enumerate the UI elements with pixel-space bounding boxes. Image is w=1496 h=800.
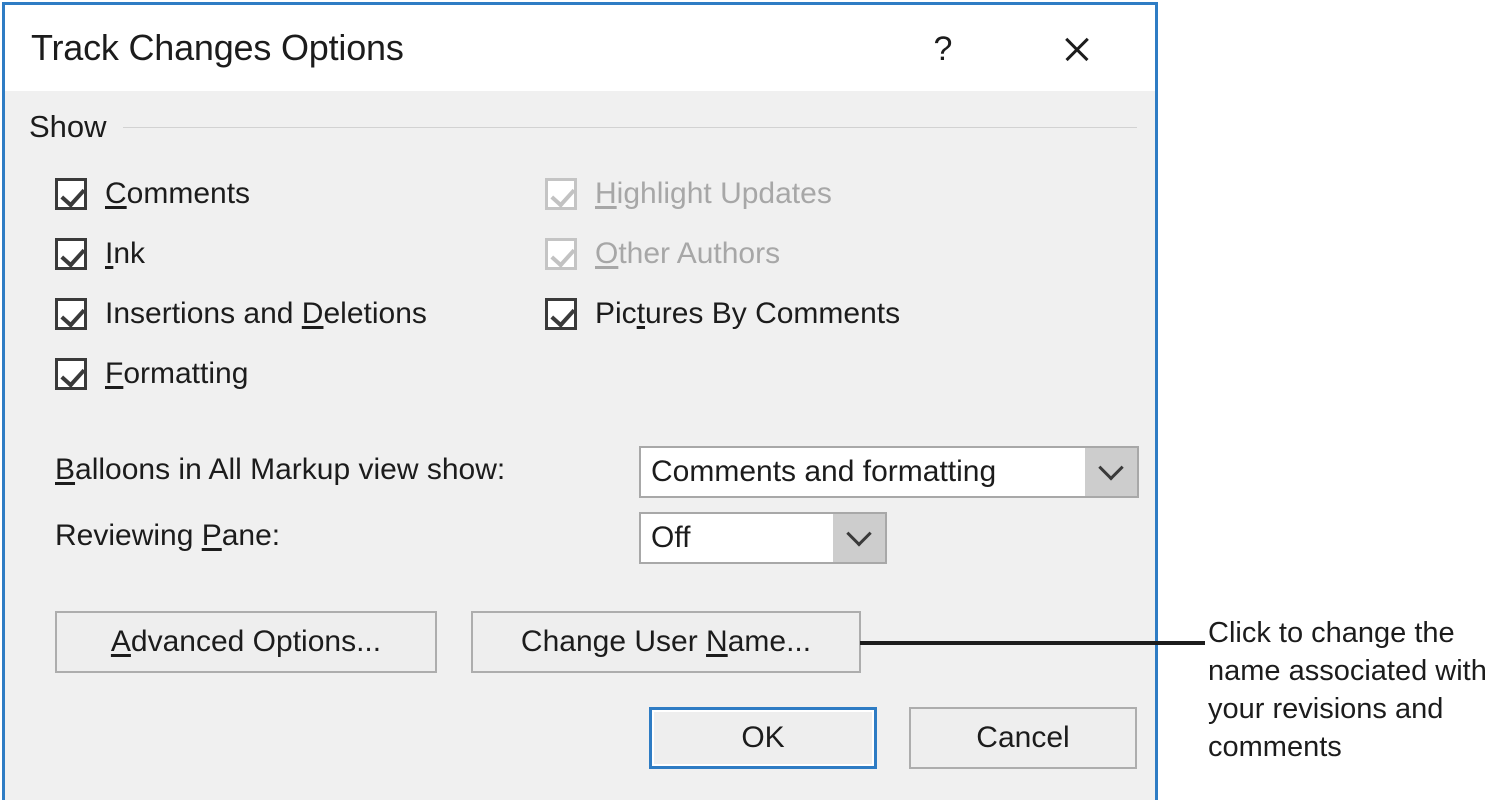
dialog-body: Show Comments Ink Insertions and Deletio… bbox=[5, 91, 1155, 800]
checkbox-box[interactable] bbox=[55, 178, 87, 210]
callout-leader-line bbox=[860, 641, 1205, 645]
checkbox-box bbox=[545, 238, 577, 270]
track-changes-options-dialog: Track Changes Options ? Show Comments In… bbox=[2, 2, 1158, 800]
change-user-name-label: Change User Name... bbox=[520, 625, 812, 658]
checkbox-ink[interactable]: Ink bbox=[55, 237, 145, 271]
checkbox-insertions-and-deletions[interactable]: Insertions and Deletions bbox=[55, 297, 427, 331]
checkbox-label: Formatting bbox=[105, 357, 249, 390]
balloons-label: Balloons in All Markup view show: bbox=[55, 453, 506, 486]
checkbox-formatting[interactable]: Formatting bbox=[55, 357, 248, 391]
checkbox-comments[interactable]: Comments bbox=[55, 177, 250, 211]
checkbox-label: Insertions and Deletions bbox=[105, 297, 427, 330]
show-group-header: Show bbox=[29, 109, 1137, 145]
reviewing-pane-dropdown-value: Off bbox=[641, 514, 833, 562]
show-group-label: Show bbox=[29, 109, 107, 144]
ok-label: OK bbox=[741, 721, 785, 754]
chevron-down-icon[interactable] bbox=[1085, 448, 1137, 496]
close-button[interactable] bbox=[1051, 25, 1103, 73]
close-icon bbox=[1062, 34, 1092, 64]
cancel-label: Cancel bbox=[976, 721, 1070, 754]
checkbox-label: Highlight Updates bbox=[595, 177, 832, 210]
checkbox-other-authors: Other Authors bbox=[545, 237, 780, 271]
cancel-button[interactable]: Cancel bbox=[909, 707, 1137, 769]
balloons-dropdown-value: Comments and formatting bbox=[641, 448, 1085, 496]
callout-text: Click to change the name associated with… bbox=[1208, 617, 1487, 763]
checkbox-label: Comments bbox=[105, 177, 251, 210]
checkbox-label: Ink bbox=[105, 237, 146, 270]
question-mark-icon: ? bbox=[933, 29, 953, 68]
dialog-title: Track Changes Options bbox=[31, 27, 404, 68]
dialog-titlebar: Track Changes Options ? bbox=[5, 5, 1155, 91]
advanced-options-label: Advanced Options... bbox=[110, 625, 382, 658]
checkbox-box bbox=[545, 178, 577, 210]
chevron-down-icon[interactable] bbox=[833, 514, 885, 562]
balloons-dropdown[interactable]: Comments and formatting bbox=[639, 446, 1139, 498]
checkbox-box[interactable] bbox=[55, 238, 87, 270]
group-divider bbox=[122, 126, 1137, 128]
checkbox-label: Pictures By Comments bbox=[595, 297, 901, 330]
checkbox-highlight-updates: Highlight Updates bbox=[545, 177, 832, 211]
checkbox-box[interactable] bbox=[55, 358, 87, 390]
checkbox-label: Other Authors bbox=[595, 237, 781, 270]
ok-button[interactable]: OK bbox=[649, 707, 877, 769]
reviewing-pane-dropdown[interactable]: Off bbox=[639, 512, 887, 564]
change-user-name-button[interactable]: Change User Name... bbox=[471, 611, 861, 673]
checkbox-box[interactable] bbox=[55, 298, 87, 330]
help-button[interactable]: ? bbox=[917, 25, 969, 73]
reviewing-pane-label: Reviewing Pane: bbox=[55, 519, 281, 552]
checkbox-pictures-by-comments[interactable]: Pictures By Comments bbox=[545, 297, 900, 331]
screenshot-root: Track Changes Options ? Show Comments In… bbox=[0, 0, 1496, 800]
advanced-options-button[interactable]: Advanced Options... bbox=[55, 611, 437, 673]
checkbox-box[interactable] bbox=[545, 298, 577, 330]
